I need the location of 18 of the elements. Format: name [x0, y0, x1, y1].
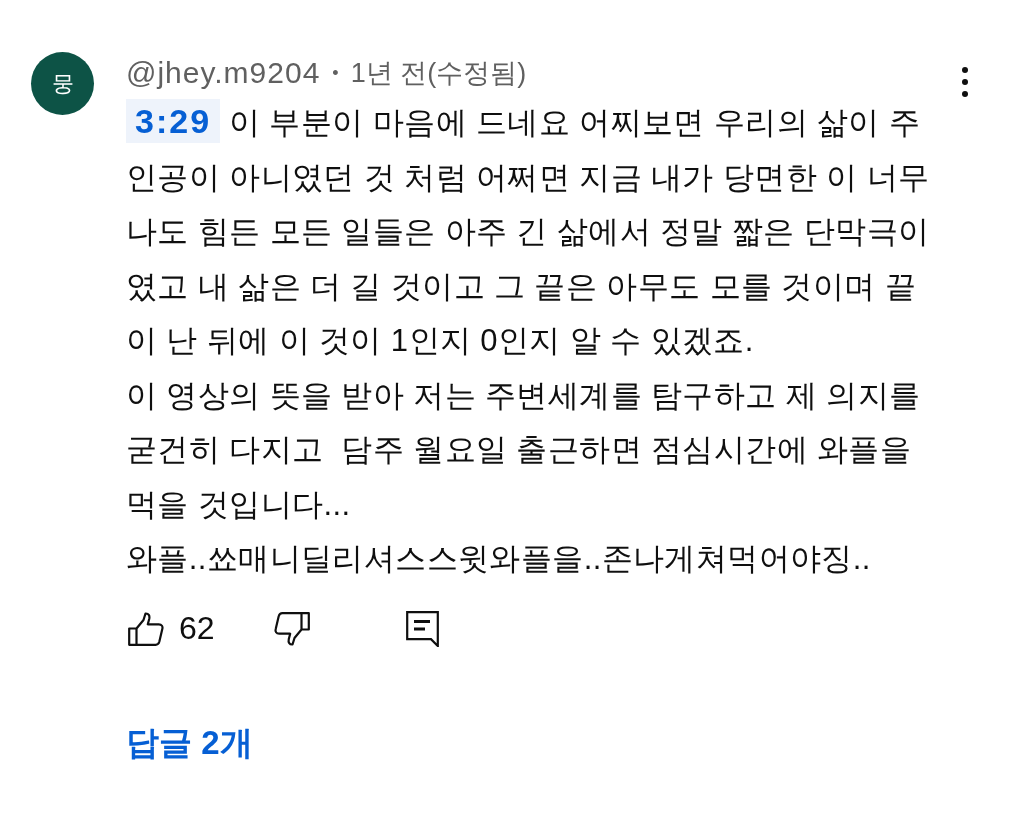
- more-options-button[interactable]: [962, 67, 968, 97]
- comment-text: 3:29 이 부분이 마음에 드네요 어찌보면 우리의 삶이 주인공이 아니였던 것 처럼 어쩌면 지금 내가 당면한 이 너무나도 힘든 모든 일들은 아주 긴 삶에서 정말 짧은 단막극이였고 내 삶은 더 길 것이고 그 끝은 아무도 모를 것이며 끝이 난 뒤에 이 것이 1인지 0인지 알 수 있겠죠.: [126, 94, 942, 369]
- comment-time: 1년 전(수정됨): [350, 57, 527, 90]
- avatar[interactable]: 뭉: [31, 52, 94, 115]
- comment-text: 와플..쑈매니딜리셔스스윗와플을..존나게쳐먹어야징..: [126, 540, 872, 578]
- timestamp-link[interactable]: 3:29: [126, 99, 221, 143]
- thumbs-up-icon: [128, 611, 164, 646]
- author-handle[interactable]: @jhey.m9204: [126, 56, 321, 90]
- like-count: 62: [179, 610, 215, 647]
- more-vertical-icon: [962, 67, 968, 97]
- like-button[interactable]: [128, 611, 164, 646]
- dislike-button[interactable]: [272, 611, 311, 646]
- comment-icon: [405, 610, 439, 647]
- comment-text: 이 영상의 뜻을 받아 저는 주변세계를 탐구하고 제 의지를 굳건히 다지고 담주 월요일 출근하면 점심시간에 와플을 먹을 것입니다...: [126, 376, 922, 524]
- replies-link[interactable]: 답글 2개: [126, 720, 253, 766]
- thumbs-down-icon: [272, 611, 311, 646]
- separator-dot: •: [332, 62, 339, 84]
- reply-button[interactable]: [405, 610, 439, 647]
